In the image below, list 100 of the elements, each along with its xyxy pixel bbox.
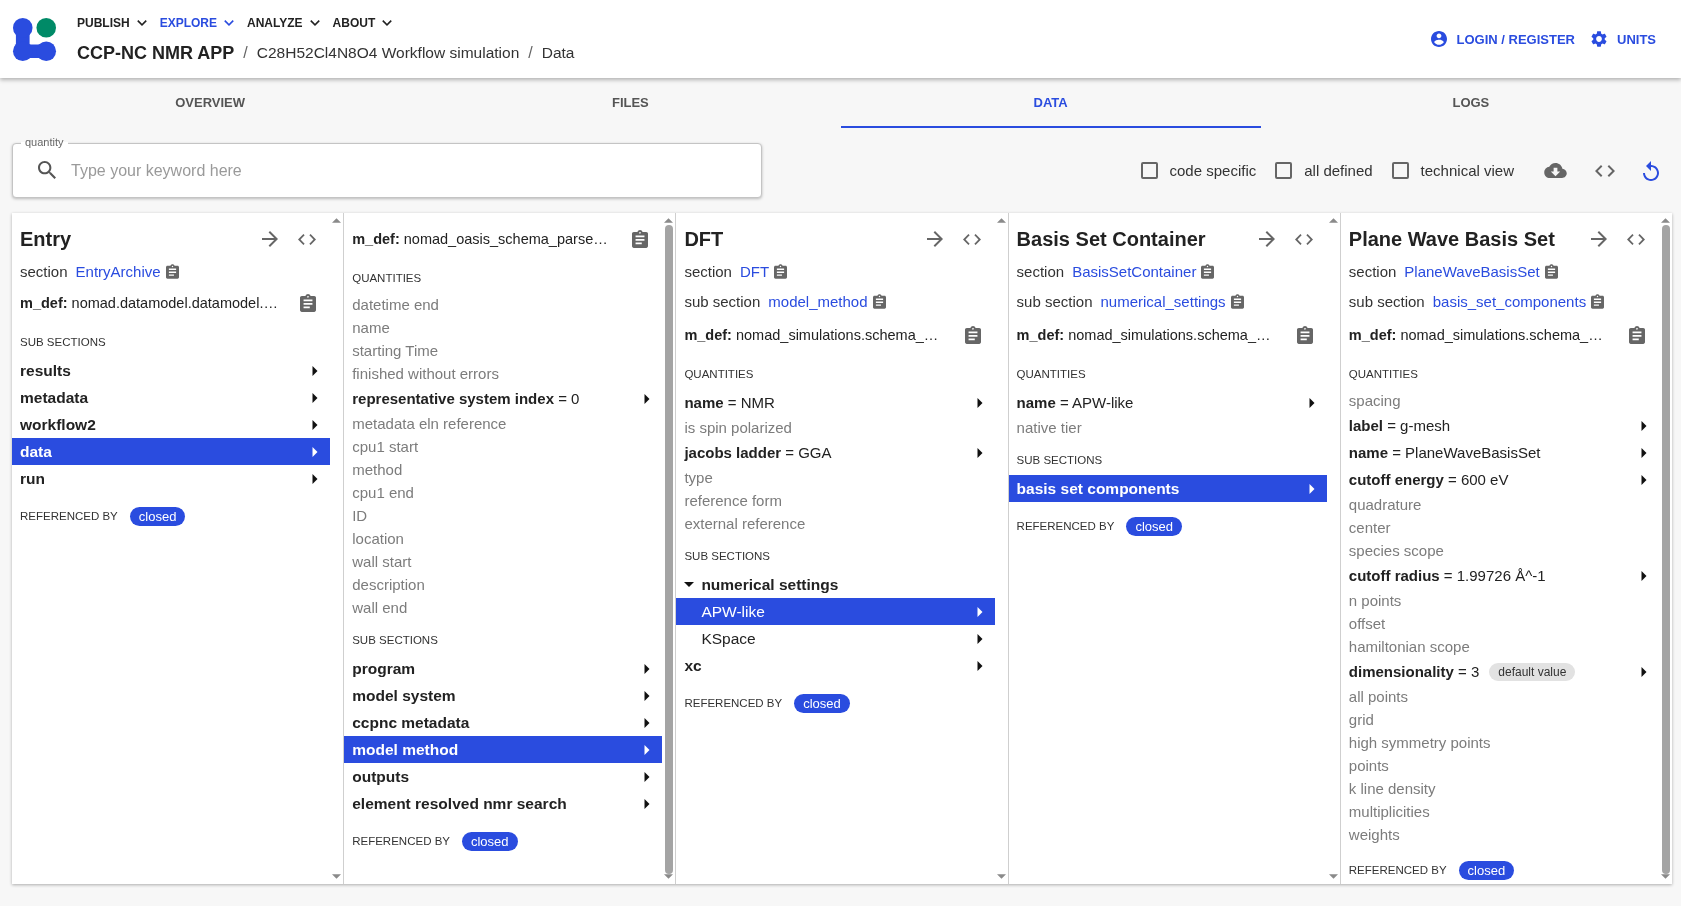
scroll-down-icon[interactable]: [1328, 874, 1338, 879]
subsection-item[interactable]: basis set components: [1008, 475, 1327, 502]
quantity-item: offset: [1347, 614, 1387, 634]
subsection-item[interactable]: element resolved nmr search: [344, 790, 663, 817]
quantity-item[interactable]: label = g-mesh: [1340, 412, 1659, 439]
clipboard-icon[interactable]: [1591, 293, 1605, 309]
quantity-item[interactable]: name = PlaneWaveBasisSet: [1340, 439, 1659, 466]
checkbox[interactable]: [1140, 162, 1158, 179]
status-chip[interactable]: closed: [1458, 860, 1515, 880]
quantity-item[interactable]: dimensionality = 3 default value: [1340, 658, 1659, 685]
clipboard-icon[interactable]: [872, 293, 886, 309]
definition-link[interactable]: DFT: [739, 262, 770, 280]
app-title-link[interactable]: CCP-NC NMR APP: [77, 42, 235, 64]
clipboard-icon[interactable]: [964, 326, 981, 344]
caret-right-icon: [976, 606, 983, 617]
scrollbar-thumb[interactable]: [664, 224, 673, 874]
tab[interactable]: OVERVIEW: [0, 78, 421, 128]
breadcrumb-current: Data: [541, 44, 575, 62]
caret-right-icon: [312, 365, 319, 376]
scroll-down-icon[interactable]: [332, 874, 342, 879]
status-chip[interactable]: closed: [129, 506, 186, 526]
status-chip[interactable]: closed: [1126, 516, 1182, 536]
status-chip[interactable]: closed: [462, 831, 518, 851]
definition-link[interactable]: basis_set_components: [1432, 292, 1587, 310]
definition-link[interactable]: numerical_settings: [1100, 292, 1226, 310]
breadcrumb-link[interactable]: C28H52Cl4N8O4 Workflow simulation: [256, 44, 520, 62]
cloud-download-icon[interactable]: [1544, 163, 1567, 178]
checkbox[interactable]: [1391, 162, 1409, 179]
subsection-item[interactable]: workflow2: [12, 411, 331, 438]
quantity-item: center: [1347, 518, 1392, 538]
meta-label: section: [1348, 262, 1397, 280]
logo-icon[interactable]: [12, 16, 57, 62]
checkbox[interactable]: [1275, 162, 1293, 179]
nav-menu-item[interactable]: ABOUT: [332, 16, 393, 30]
quantity-item[interactable]: name = APW-like: [1008, 389, 1327, 416]
arrow-right-icon[interactable]: [262, 231, 279, 247]
subsection-item[interactable]: run: [12, 465, 331, 492]
meta-label: section: [1016, 262, 1065, 280]
definition-link[interactable]: PlaneWaveBasisSet: [1404, 262, 1540, 280]
clipboard-icon[interactable]: [165, 263, 179, 279]
clipboard-icon[interactable]: [774, 263, 788, 279]
subsection-item[interactable]: program: [344, 655, 663, 682]
code-icon[interactable]: [1595, 164, 1615, 177]
field-label: quantity: [21, 135, 68, 149]
quantity-item[interactable]: cutoff radius = 1.99726 Å^-1: [1340, 562, 1659, 589]
quantity-item[interactable]: cutoff energy = 600 eV: [1340, 466, 1659, 493]
code-icon[interactable]: [962, 233, 981, 245]
clipboard-icon[interactable]: [1629, 326, 1645, 344]
quantity-item: metadata eln reference: [351, 414, 508, 434]
account-icon: [1430, 31, 1447, 47]
quantity-item: k line density: [1347, 779, 1437, 799]
clipboard-icon[interactable]: [1296, 326, 1313, 344]
clipboard-icon[interactable]: [1544, 263, 1558, 279]
tab[interactable]: DATA: [840, 78, 1261, 128]
nav-menu-item[interactable]: EXPLORE: [159, 16, 235, 30]
caret-right-icon: [644, 663, 651, 674]
arrow-right-icon[interactable]: [926, 231, 943, 247]
quantity-item[interactable]: representative system index = 0: [344, 385, 663, 412]
code-icon[interactable]: [1294, 233, 1313, 245]
units-button[interactable]: UNITS: [1591, 31, 1656, 47]
login-button[interactable]: LOGIN / REGISTER: [1430, 31, 1575, 47]
scroll-down-icon[interactable]: [996, 874, 1006, 879]
subsection-item[interactable]: ccpnc metadata: [344, 709, 663, 736]
clipboard-icon[interactable]: [300, 294, 317, 312]
scrollbar-thumb[interactable]: [1661, 224, 1670, 874]
subsection-item[interactable]: KSpace: [676, 625, 995, 652]
subsection-item[interactable]: numerical settings: [676, 571, 995, 598]
arrow-right-icon[interactable]: [1258, 231, 1275, 247]
definition-link[interactable]: BasisSetContainer: [1072, 262, 1197, 280]
tab[interactable]: FILES: [420, 78, 841, 128]
subsection-item[interactable]: outputs: [344, 763, 663, 790]
scroll-up-icon[interactable]: [1328, 218, 1338, 223]
subsection-item[interactable]: model method: [344, 736, 663, 763]
scroll-up-icon[interactable]: [332, 218, 342, 223]
subsection-item[interactable]: xc: [676, 652, 995, 679]
scroll-up-icon[interactable]: [996, 218, 1006, 223]
subsection-item[interactable]: APW-like: [676, 598, 995, 625]
arrow-right-icon[interactable]: [1591, 231, 1607, 247]
quantity-item: datetime end: [351, 295, 440, 315]
clipboard-icon[interactable]: [1230, 293, 1244, 309]
definition-link[interactable]: EntryArchive: [75, 262, 161, 280]
code-icon[interactable]: [298, 233, 317, 245]
group-heading: SUB SECTIONS: [19, 335, 107, 350]
tab[interactable]: LOGS: [1260, 78, 1681, 128]
quantity-item[interactable]: jacobs ladder = GGA: [676, 439, 995, 466]
quantity-item[interactable]: name = NMR: [676, 389, 995, 416]
status-chip[interactable]: closed: [794, 693, 850, 713]
reload-icon[interactable]: [1643, 160, 1659, 181]
nav-menu-item[interactable]: PUBLISH: [77, 16, 147, 30]
definition-link[interactable]: model_method: [768, 292, 868, 310]
clipboard-icon[interactable]: [1201, 263, 1215, 279]
subsection-item[interactable]: model system: [344, 682, 663, 709]
referenced-by-label: REFERENCED BY: [1348, 864, 1447, 876]
subsection-item[interactable]: metadata: [12, 384, 331, 411]
subsection-item[interactable]: results: [12, 357, 331, 384]
subsection-item[interactable]: data: [12, 438, 331, 465]
clipboard-icon[interactable]: [632, 230, 649, 248]
chevron-down-icon: [309, 20, 320, 26]
nav-menu-item[interactable]: ANALYZE: [247, 16, 320, 30]
code-icon[interactable]: [1627, 233, 1645, 245]
